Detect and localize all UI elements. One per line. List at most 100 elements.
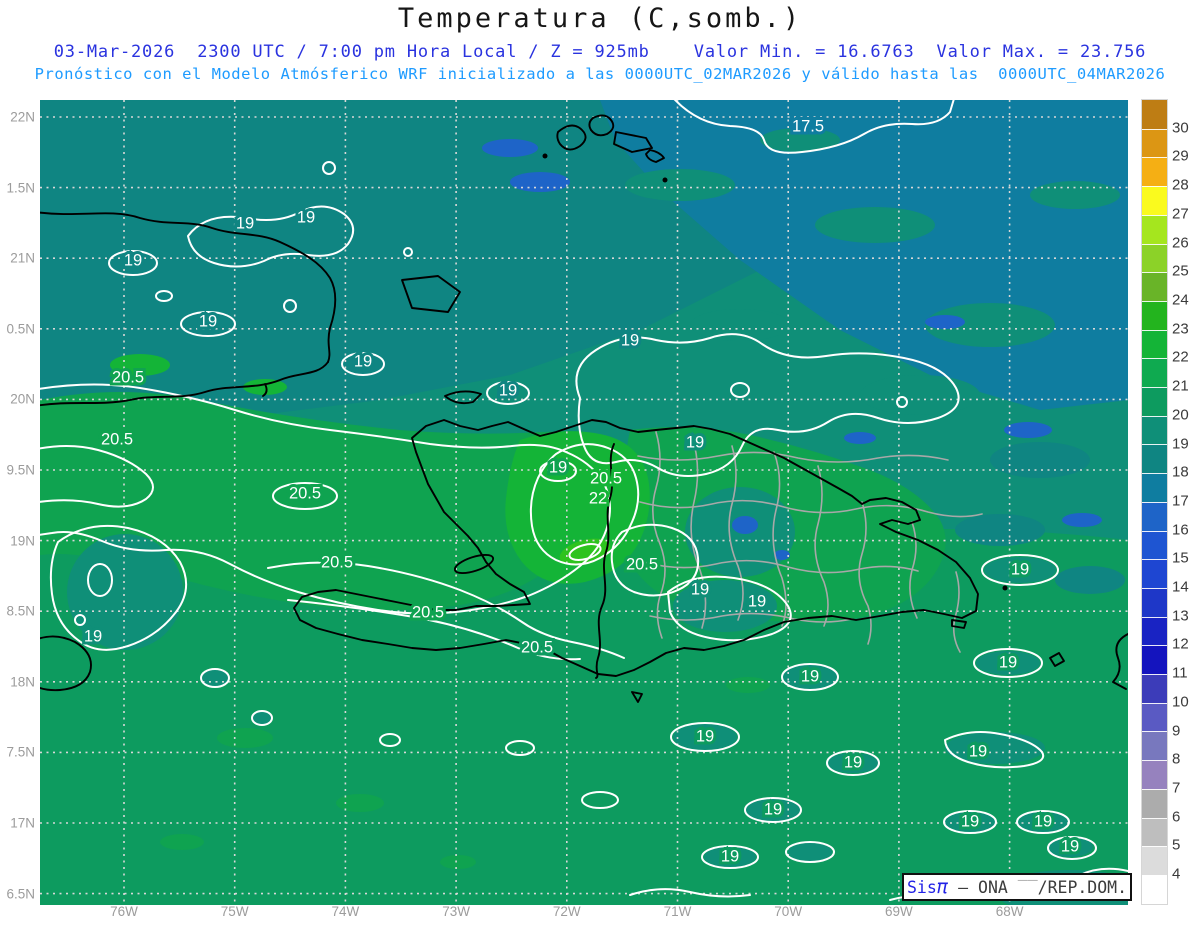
colorbar-tick-label: 20 — [1172, 406, 1189, 424]
colorbar-tick-label: 16 — [1172, 521, 1189, 539]
contour-value-label: 20.5 — [590, 469, 622, 487]
contour-value-label: 19 — [748, 592, 766, 610]
colorbar-tick-label: 8 — [1172, 750, 1181, 768]
latitude-axis: 22N 1.5N 21N 0.5N 20N 9.5N 19N 8.5N 18N 7.5N 17N 6.… — [0, 100, 37, 905]
lat-tick-label: 20N — [10, 391, 35, 407]
legend-text-part: ‾‾ — [1017, 877, 1038, 897]
contour-value-label: 20.5 — [289, 484, 321, 502]
colorbar-cell — [1142, 444, 1167, 474]
contour-value-label: 19 — [969, 742, 987, 760]
contour-value-label: 19 — [499, 381, 517, 399]
contour-value-label: 20.5 — [321, 553, 353, 571]
colorbar-tick-label: 7 — [1172, 779, 1181, 797]
contour-value-label: 19 — [84, 627, 102, 645]
colorbar-cell — [1142, 559, 1167, 588]
lat-tick-label: 7.5N — [6, 744, 35, 760]
contour-value-label: 19 — [696, 727, 714, 745]
colorbar-tick-label: 4 — [1172, 865, 1181, 883]
colorbar-cell — [1142, 300, 1167, 330]
colorbar-cell — [1142, 530, 1167, 560]
colorbar-cell — [1142, 157, 1167, 187]
lon-tick-label: 69W — [885, 904, 913, 919]
colorbar-tick-label: 9 — [1172, 722, 1181, 740]
contour-value-label: 19 — [686, 433, 704, 451]
legend-text-part: π — [936, 876, 949, 898]
contour-value-label: 19 — [999, 653, 1017, 671]
contour-value-label: 20.5 — [101, 430, 133, 448]
colorbar-tick-label: 28 — [1172, 176, 1189, 194]
colorbar-tick-label: 21 — [1172, 377, 1189, 395]
contour-value-label: 20.5 — [521, 638, 553, 656]
contour-value-label: 19 — [801, 667, 819, 685]
contour-value-label: 19 — [199, 312, 217, 330]
lat-tick-label: 21N — [10, 250, 35, 266]
colorbar-tick-labels: 30 29 28 27 26 25 24 23 22 21 20 19 18 17 16 15 14 13 12 11… — [1172, 99, 1200, 907]
lon-tick-label: 70W — [774, 904, 803, 919]
colorbar-cell — [1142, 358, 1167, 388]
longitude-axis: 76W 75W 74W 73W 72W 71W 70W 69W 68W — [40, 904, 1128, 924]
contour-value-label: 22 — [589, 489, 607, 507]
colorbar-cell — [1142, 243, 1167, 273]
colorbar-cell — [1142, 100, 1167, 129]
legend-text-part: /REP.DOM. — [1037, 877, 1128, 897]
shaded-field-layer — [40, 100, 1128, 905]
colorbar-tick-label: 19 — [1172, 435, 1189, 453]
contour-value-label: 19 — [621, 331, 639, 349]
model-init-line: Pronóstico con el Modelo Atmósferico WRF… — [34, 65, 1166, 83]
contour-value-label: 20.5 — [412, 603, 444, 621]
contour-value-label: 19 — [354, 352, 372, 370]
colorbar-tick-label: 12 — [1172, 635, 1189, 653]
valid-time-line: 03-Mar-2026 2300 UTC / 7:00 pm Hora Loca… — [53, 42, 1147, 62]
lon-tick-label: 72W — [552, 904, 581, 919]
colorbar-tick-label: 10 — [1172, 693, 1189, 711]
lat-tick-label: 1.5N — [6, 180, 35, 196]
lon-tick-label: 68W — [995, 904, 1024, 919]
temperature-colorbar — [1141, 99, 1168, 905]
map-legend: Sis π – ONA ‾‾/REP.DOM. — [902, 873, 1132, 901]
colorbar-cell — [1142, 329, 1167, 359]
lat-tick-label: 22N — [10, 109, 35, 125]
temperature-map-svg: 17.5 19 19 19 19 19 19 19 19 19 19 19 19 19 19 19 19 19 19… — [40, 100, 1128, 905]
colorbar-tick-label: 25 — [1172, 262, 1189, 280]
lat-tick-label: 0.5N — [6, 321, 35, 337]
lat-tick-label: 18N — [10, 674, 35, 690]
colorbar-tick-label: 24 — [1172, 291, 1189, 309]
weather-forecast-page: Temperatura (C,somb.) 03-Mar-2026 2300 U… — [0, 0, 1200, 927]
colorbar-cell — [1142, 214, 1167, 244]
colorbar-tick-label: 23 — [1172, 320, 1189, 338]
contour-value-label: 19 — [961, 812, 979, 830]
contour-value-label: 17.5 — [792, 117, 824, 135]
legend-text-part: Sis — [906, 877, 937, 897]
colorbar-tick-label: 27 — [1172, 205, 1189, 223]
map-canvas: 17.5 19 19 19 19 19 19 19 19 19 19 19 19 19 19 19 19 19 19… — [40, 100, 1132, 905]
contour-value-label: 19 — [236, 214, 254, 232]
lon-tick-label: 71W — [663, 904, 692, 919]
colorbar-cell — [1142, 702, 1167, 732]
lon-tick-label: 76W — [110, 904, 138, 919]
colorbar-tick-label: 17 — [1172, 492, 1189, 510]
colorbar-cell — [1142, 128, 1167, 158]
colorbar-tick-label: 5 — [1172, 836, 1181, 854]
colorbar-cell — [1142, 788, 1167, 818]
colorbar-tick-label: 26 — [1172, 234, 1189, 252]
colorbar-cell — [1142, 731, 1167, 761]
colorbar-tick-label: 14 — [1172, 578, 1189, 596]
colorbar-cell — [1142, 387, 1167, 416]
colorbar-cell — [1142, 874, 1167, 904]
lat-tick-label: 19N — [10, 533, 35, 549]
page-title: Temperatura (C,somb.) — [397, 3, 803, 34]
contour-value-label: 19 — [1061, 837, 1079, 855]
colorbar-tick-label: 29 — [1172, 147, 1189, 165]
colorbar-tick-label: 22 — [1172, 348, 1189, 366]
colorbar-tick-label: 13 — [1172, 607, 1189, 625]
contour-value-label: 19 — [549, 458, 567, 476]
contour-value-label: 19 — [721, 847, 739, 865]
colorbar-cell — [1142, 616, 1167, 646]
legend-text-part: – ONA — [948, 877, 1018, 897]
lat-tick-label: 9.5N — [6, 462, 35, 478]
lon-tick-label: 75W — [220, 904, 249, 919]
colorbar-cell — [1142, 186, 1167, 215]
lat-tick-label: 17N — [10, 815, 35, 831]
contour-value-label: 19 — [1034, 812, 1052, 830]
contour-value-label: 19 — [764, 800, 782, 818]
